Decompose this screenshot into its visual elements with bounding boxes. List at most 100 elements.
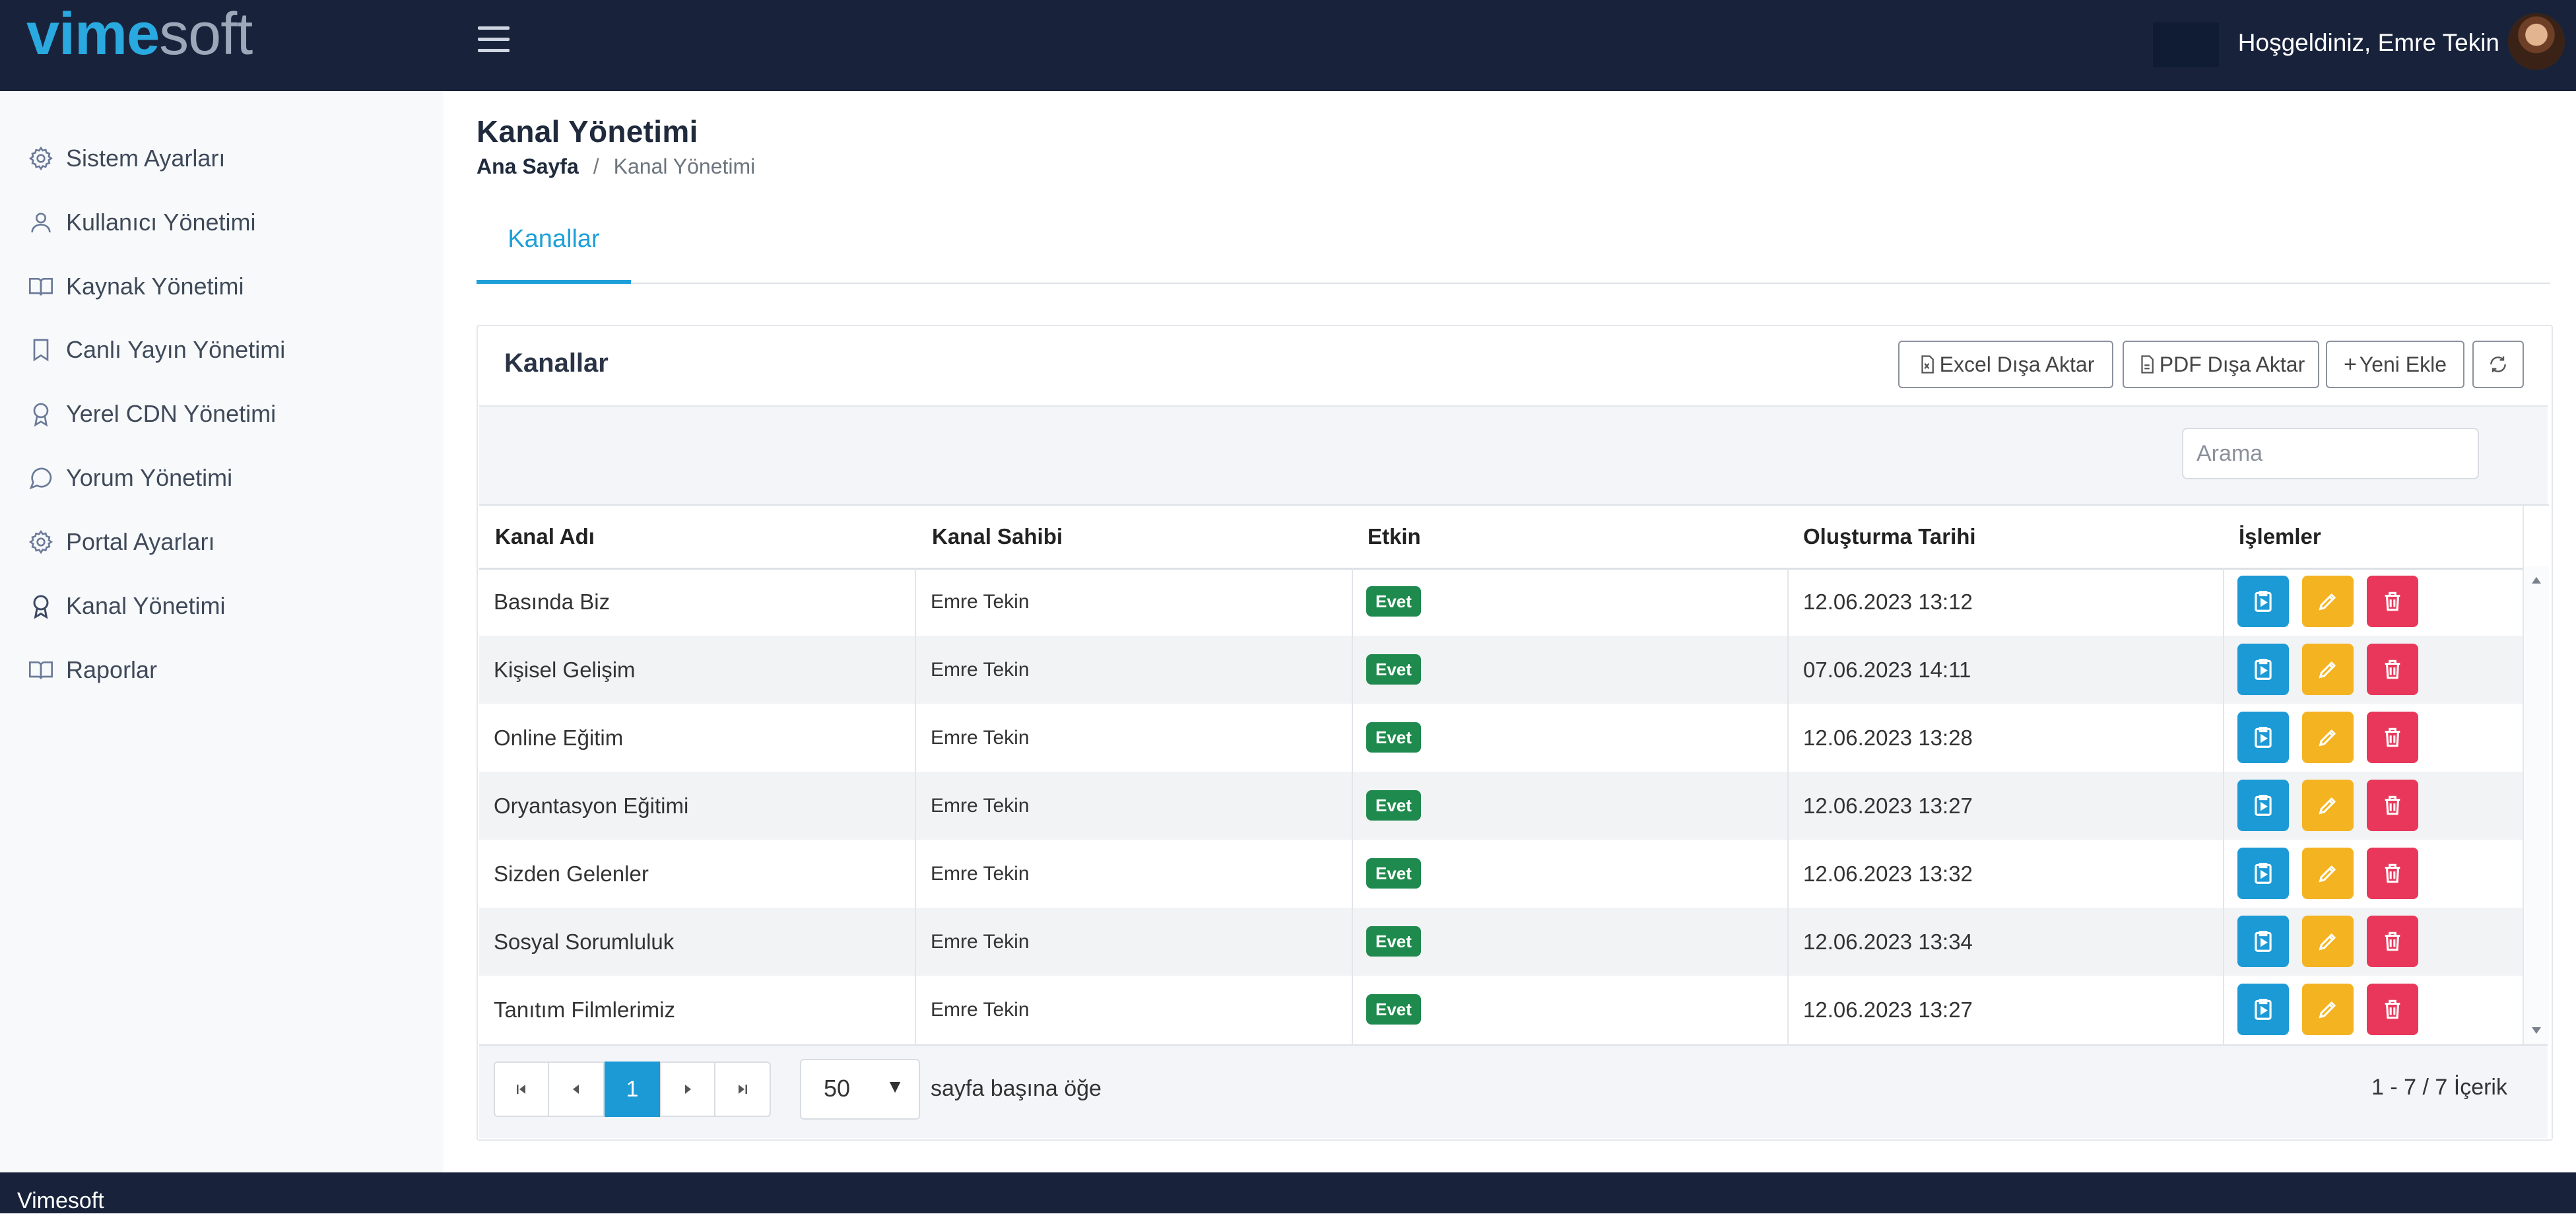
table-scrollbar[interactable] — [2523, 566, 2549, 1044]
sidebar-item-label: Kanal Yönetimi — [66, 592, 226, 619]
logo[interactable]: vimesoft — [26, 1, 253, 67]
footer — [0, 1172, 2576, 1213]
sidebar-item-sistem-ayarlari[interactable]: Sistem Ayarları — [26, 139, 225, 178]
view-button[interactable] — [2237, 576, 2289, 627]
pdf-export-button[interactable]: PDF Dışa Aktar — [2123, 341, 2319, 388]
trash-icon — [2385, 999, 2400, 1019]
table-row[interactable]: Tanıtım Filmlerimiz Emre Tekin Evet 12.0… — [479, 976, 2523, 1044]
table-row[interactable]: Kişisel Gelişim Emre Tekin Evet 07.06.20… — [479, 636, 2523, 704]
sidebar-item-label: Yorum Yönetimi — [66, 464, 233, 491]
sidebar-item-raporlar[interactable]: Raporlar — [26, 650, 157, 690]
created-date: 07.06.2023 14:11 — [1803, 658, 1971, 682]
add-new-button[interactable]: + Yeni Ekle — [2326, 341, 2464, 388]
table-row[interactable]: Sosyal Sorumluluk Emre Tekin Evet 12.06.… — [479, 908, 2523, 976]
chevron-down-icon: ▼ — [886, 1076, 904, 1096]
logo-part-2: soft — [159, 1, 253, 67]
menu-toggle-icon[interactable] — [478, 26, 510, 53]
edit-button[interactable] — [2302, 576, 2354, 627]
delete-button[interactable] — [2367, 644, 2418, 695]
sidebar-item-label: Canlı Yayın Yönetimi — [66, 336, 286, 363]
breadcrumb-home[interactable]: Ana Sayfa — [477, 154, 579, 178]
delete-button[interactable] — [2367, 916, 2418, 967]
page-1-button[interactable]: 1 — [605, 1062, 660, 1117]
edit-button[interactable] — [2302, 712, 2354, 763]
channel-name: Sizden Gelenler — [494, 861, 649, 886]
table-header: Kanal Adı Kanal Sahibi Etkin Oluşturma T… — [479, 504, 2523, 570]
sidebar-item-portal-ayarlari[interactable]: Portal Ayarları — [26, 522, 215, 562]
sidebar-item-kanal-yonetimi[interactable]: Kanal Yönetimi — [26, 586, 226, 626]
delete-button[interactable] — [2367, 780, 2418, 831]
last-page-button[interactable] — [715, 1062, 771, 1117]
scroll-up-icon[interactable] — [2530, 576, 2542, 585]
prev-page-button[interactable] — [549, 1062, 605, 1117]
status-badge: Evet — [1366, 994, 1421, 1025]
status-badge: Evet — [1366, 790, 1421, 821]
scroll-down-icon[interactable] — [2530, 1026, 2542, 1035]
excel-export-label: Excel Dışa Aktar — [1939, 352, 2095, 376]
breadcrumb-current: Kanal Yönetimi — [613, 154, 756, 178]
clipboard-play-icon — [2255, 727, 2272, 748]
delete-button[interactable] — [2367, 712, 2418, 763]
channel-owner: Emre Tekin — [931, 999, 1030, 1021]
pdf-export-label: PDF Dışa Aktar — [2159, 352, 2305, 376]
table-row[interactable]: Oryantasyon Eğitimi Emre Tekin Evet 12.0… — [479, 772, 2523, 840]
table-row[interactable]: Online Eğitim Emre Tekin Evet 12.06.2023… — [479, 704, 2523, 772]
channel-name: Basında Biz — [494, 590, 611, 614]
column-header-kanal-adi[interactable]: Kanal Adı — [495, 506, 595, 568]
trash-icon — [2385, 591, 2400, 611]
status-badge: Evet — [1366, 586, 1421, 617]
header-scroll-spacer — [2523, 504, 2549, 570]
view-button[interactable] — [2237, 712, 2289, 763]
refresh-button[interactable] — [2472, 341, 2524, 388]
tab-active-indicator — [477, 280, 631, 284]
next-page-button[interactable] — [660, 1062, 715, 1117]
tab-kanallar[interactable]: Kanallar — [477, 210, 631, 283]
sidebar-item-canli-yayin-yonetimi[interactable]: Canlı Yayın Yönetimi — [26, 330, 285, 370]
pencil-icon — [2319, 661, 2336, 679]
book-icon — [26, 272, 55, 301]
sidebar-item-kaynak-yonetimi[interactable]: Kaynak Yönetimi — [26, 267, 244, 306]
delete-button[interactable] — [2367, 848, 2418, 899]
sidebar-item-yorum-yonetimi[interactable]: Yorum Yönetimi — [26, 458, 232, 498]
view-button[interactable] — [2237, 916, 2289, 967]
channel-owner: Emre Tekin — [931, 591, 1030, 613]
column-header-etkin[interactable]: Etkin — [1368, 506, 1421, 568]
channel-owner: Emre Tekin — [931, 727, 1030, 749]
edit-button[interactable] — [2302, 916, 2354, 967]
sidebar-item-kullanici-yonetimi[interactable]: Kullanıcı Yönetimi — [26, 203, 256, 242]
table-row[interactable]: Basında Biz Emre Tekin Evet 12.06.2023 1… — [479, 568, 2523, 636]
column-header-kanal-sahibi[interactable]: Kanal Sahibi — [932, 506, 1063, 568]
page-size-select[interactable]: 50 ▼ — [800, 1059, 920, 1120]
sidebar-item-label: Raporlar — [66, 656, 158, 683]
edit-button[interactable] — [2302, 644, 2354, 695]
edit-button[interactable] — [2302, 848, 2354, 899]
edit-button[interactable] — [2302, 984, 2354, 1035]
excel-export-button[interactable]: Excel Dışa Aktar — [1898, 341, 2113, 388]
view-button[interactable] — [2237, 780, 2289, 831]
sidebar-item-label: Portal Ayarları — [66, 528, 215, 555]
pencil-icon — [2319, 865, 2336, 883]
clipboard-play-icon — [2255, 863, 2272, 884]
first-page-button[interactable] — [494, 1062, 549, 1117]
table-row[interactable]: Sizden Gelenler Emre Tekin Evet 12.06.20… — [479, 840, 2523, 908]
welcome-text[interactable]: Hoşgeldiniz, Emre Tekin — [2238, 26, 2499, 59]
last-page-icon — [739, 1085, 747, 1094]
pdf-file-icon — [2137, 354, 2157, 374]
avatar[interactable] — [2508, 13, 2565, 70]
delete-button[interactable] — [2367, 576, 2418, 627]
view-button[interactable] — [2237, 644, 2289, 695]
delete-button[interactable] — [2367, 984, 2418, 1035]
trash-icon — [2385, 931, 2400, 951]
column-header-olusturma-tarihi[interactable]: Oluşturma Tarihi — [1803, 506, 1976, 568]
footer-text: Vimesoft — [17, 1188, 104, 1213]
tab-bar — [477, 283, 2550, 284]
search-input[interactable] — [2182, 428, 2479, 479]
sidebar-item-yerel-cdn-yonetimi[interactable]: Yerel CDN Yönetimi — [26, 394, 276, 434]
channel-name: Online Eğitim — [494, 725, 624, 750]
edit-button[interactable] — [2302, 780, 2354, 831]
view-button[interactable] — [2237, 848, 2289, 899]
item-count: 1 - 7 / 7 İçerik — [2371, 1075, 2507, 1100]
breadcrumb-separator: / — [593, 154, 599, 178]
view-button[interactable] — [2237, 984, 2289, 1035]
pencil-icon — [2319, 797, 2336, 815]
